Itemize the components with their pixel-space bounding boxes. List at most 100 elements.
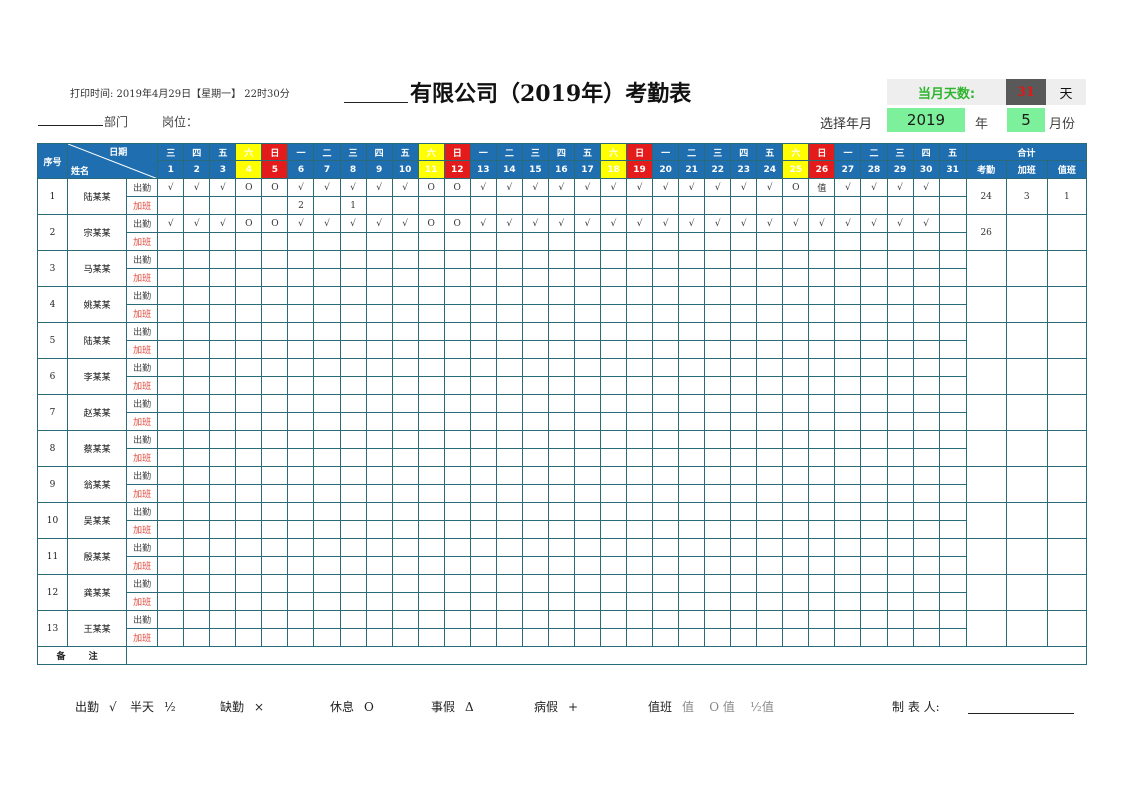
overtime-cell[interactable]: [573, 268, 602, 287]
attendance-cell[interactable]: √: [339, 178, 367, 197]
overtime-cell[interactable]: [417, 340, 445, 359]
overtime-cell[interactable]: [313, 592, 341, 611]
overtime-cell[interactable]: [834, 592, 862, 611]
attendance-cell[interactable]: [261, 286, 289, 305]
attendance-cell[interactable]: [886, 430, 914, 449]
overtime-cell[interactable]: [808, 232, 836, 251]
attendance-cell[interactable]: [495, 574, 523, 593]
attendance-cell[interactable]: [626, 466, 654, 485]
overtime-cell[interactable]: [652, 376, 680, 395]
overtime-cell[interactable]: [209, 304, 237, 323]
attendance-cell[interactable]: [886, 322, 914, 341]
attendance-cell[interactable]: [469, 358, 497, 377]
attendance-cell[interactable]: [391, 574, 419, 593]
overtime-cell[interactable]: [730, 268, 758, 287]
overtime-cell[interactable]: [573, 592, 602, 611]
overtime-cell[interactable]: [782, 304, 810, 323]
attendance-cell[interactable]: [573, 574, 602, 593]
attendance-cell[interactable]: [573, 358, 602, 377]
overtime-cell[interactable]: [417, 484, 445, 503]
attendance-cell[interactable]: [261, 502, 289, 521]
overtime-cell[interactable]: [599, 304, 628, 323]
attendance-cell[interactable]: [235, 250, 263, 269]
attendance-cell[interactable]: [652, 466, 680, 485]
attendance-cell[interactable]: [495, 322, 523, 341]
attendance-cell[interactable]: [599, 322, 628, 341]
attendance-cell[interactable]: [782, 250, 810, 269]
overtime-cell[interactable]: [157, 376, 185, 395]
attendance-cell[interactable]: √: [860, 214, 888, 233]
attendance-cell[interactable]: [235, 322, 263, 341]
overtime-cell[interactable]: [626, 376, 654, 395]
attendance-cell[interactable]: [547, 502, 575, 521]
overtime-cell[interactable]: [365, 304, 393, 323]
attendance-cell[interactable]: [313, 358, 341, 377]
attendance-cell[interactable]: [756, 538, 784, 557]
overtime-cell[interactable]: [157, 196, 185, 215]
overtime-cell[interactable]: [938, 556, 967, 575]
attendance-cell[interactable]: √: [834, 178, 862, 197]
attendance-cell[interactable]: [599, 574, 628, 593]
employee-name[interactable]: 翁某某: [67, 466, 128, 503]
overtime-cell[interactable]: [235, 520, 263, 539]
overtime-cell[interactable]: [391, 232, 419, 251]
attendance-cell[interactable]: [730, 358, 758, 377]
overtime-cell[interactable]: [235, 592, 263, 611]
overtime-cell[interactable]: [417, 448, 445, 467]
overtime-cell[interactable]: [235, 628, 263, 647]
overtime-cell[interactable]: [730, 412, 758, 431]
overtime-cell[interactable]: [391, 520, 419, 539]
overtime-cell[interactable]: [678, 592, 706, 611]
overtime-cell[interactable]: [886, 232, 914, 251]
attendance-cell[interactable]: [626, 502, 654, 521]
attendance-cell[interactable]: [756, 322, 784, 341]
overtime-cell[interactable]: [313, 520, 341, 539]
overtime-cell[interactable]: [756, 376, 784, 395]
attendance-cell[interactable]: [287, 430, 315, 449]
overtime-cell[interactable]: [782, 376, 810, 395]
attendance-cell[interactable]: [886, 358, 914, 377]
maker-blank[interactable]: [968, 713, 1074, 714]
attendance-cell[interactable]: [938, 322, 967, 341]
attendance-cell[interactable]: [235, 430, 263, 449]
overtime-cell[interactable]: [339, 232, 367, 251]
attendance-cell[interactable]: √: [157, 178, 185, 197]
overtime-cell[interactable]: [808, 376, 836, 395]
overtime-cell[interactable]: [209, 412, 237, 431]
attendance-cell[interactable]: 值: [808, 178, 836, 197]
attendance-cell[interactable]: √: [912, 178, 940, 197]
overtime-cell[interactable]: [912, 232, 940, 251]
overtime-cell[interactable]: [547, 520, 575, 539]
attendance-cell[interactable]: [209, 610, 237, 629]
attendance-cell[interactable]: √: [287, 178, 315, 197]
overtime-cell[interactable]: [209, 376, 237, 395]
attendance-cell[interactable]: [157, 574, 185, 593]
overtime-cell[interactable]: [443, 520, 471, 539]
attendance-cell[interactable]: [756, 466, 784, 485]
attendance-cell[interactable]: [313, 322, 341, 341]
overtime-cell[interactable]: [313, 484, 341, 503]
overtime-cell[interactable]: [235, 268, 263, 287]
overtime-cell[interactable]: [365, 556, 393, 575]
attendance-cell[interactable]: [678, 322, 706, 341]
attendance-cell[interactable]: [547, 358, 575, 377]
overtime-cell[interactable]: [938, 412, 967, 431]
attendance-cell[interactable]: [652, 430, 680, 449]
overtime-cell[interactable]: [938, 196, 967, 215]
attendance-cell[interactable]: [547, 430, 575, 449]
attendance-cell[interactable]: √: [704, 178, 732, 197]
attendance-cell[interactable]: [313, 430, 341, 449]
overtime-cell[interactable]: [183, 592, 211, 611]
attendance-cell[interactable]: [261, 358, 289, 377]
overtime-cell[interactable]: [886, 304, 914, 323]
overtime-cell[interactable]: [469, 196, 497, 215]
attendance-cell[interactable]: [365, 610, 393, 629]
attendance-cell[interactable]: [912, 394, 940, 413]
attendance-cell[interactable]: √: [183, 214, 211, 233]
overtime-cell[interactable]: [678, 484, 706, 503]
overtime-cell[interactable]: [495, 376, 523, 395]
attendance-cell[interactable]: [704, 610, 732, 629]
overtime-cell[interactable]: [313, 304, 341, 323]
overtime-cell[interactable]: [469, 484, 497, 503]
attendance-cell[interactable]: [157, 250, 185, 269]
